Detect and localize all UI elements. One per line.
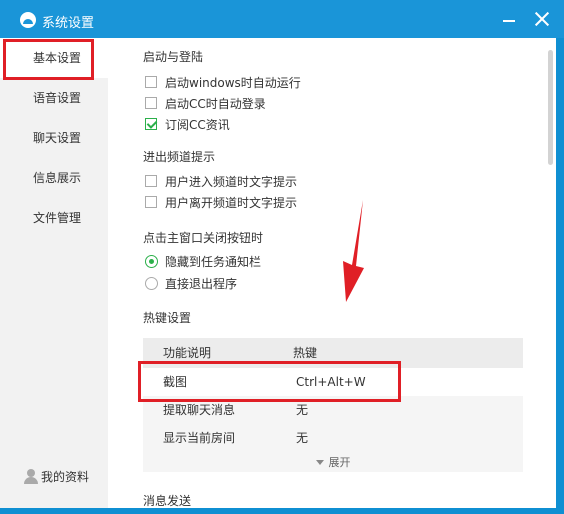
option-label: 用户进入频道时文字提示 (165, 175, 298, 189)
my-profile-label: 我的资料 (41, 470, 90, 484)
checkbox[interactable] (145, 196, 157, 208)
hotkey-value: 无 (296, 403, 309, 417)
title-bar: 系统设置 (0, 0, 564, 38)
section-title-startup: 启动与登陆 (143, 50, 204, 64)
sidebar-item-file-management[interactable]: 文件管理 (0, 198, 108, 238)
table-row[interactable]: 截图 Ctrl+Alt+W (143, 368, 523, 396)
column-header-hotkey: 热键 (293, 346, 318, 360)
window-title: 系统设置 (42, 16, 95, 31)
option-label: 直接退出程序 (165, 277, 238, 291)
radio-selected[interactable] (145, 255, 158, 268)
radio[interactable] (145, 277, 158, 290)
expand-button[interactable]: 展开 (143, 454, 523, 472)
settings-content: 启动与登陆 启动windows时自动运行 启动CC时自动登录 订阅CC资讯 进出… (108, 38, 556, 508)
close-button[interactable] (532, 10, 552, 30)
expand-label: 展开 (328, 456, 351, 469)
checkbox[interactable] (145, 97, 157, 109)
vertical-scrollbar[interactable] (548, 50, 553, 165)
option-label: 启动windows时自动运行 (165, 76, 301, 90)
option-label: 启动CC时自动登录 (165, 97, 266, 111)
hotkey-function: 截图 (163, 375, 188, 389)
option-label: 订阅CC资讯 (165, 118, 230, 132)
sidebar-item-basic-settings[interactable]: 基本设置 (0, 38, 108, 78)
minimize-button[interactable] (500, 10, 520, 30)
hotkey-value: Ctrl+Alt+W (296, 375, 366, 389)
hotkey-table-header: 功能说明 热键 (143, 338, 523, 368)
chevron-down-icon (315, 460, 324, 465)
hotkey-table: 功能说明 热键 截图 Ctrl+Alt+W 提取聊天消息 无 显示当前房间 无 … (143, 338, 523, 472)
checkbox[interactable] (145, 175, 157, 187)
window-bottom-edge (0, 508, 564, 514)
sidebar-item-chat-settings[interactable]: 聊天设置 (0, 118, 108, 158)
section-title-hotkeys: 热键设置 (143, 311, 192, 325)
sidebar: 基本设置 语音设置 聊天设置 信息展示 文件管理 我的资料 (0, 38, 108, 508)
table-row[interactable]: 提取聊天消息 无 (143, 396, 523, 424)
table-row[interactable]: 显示当前房间 无 (143, 424, 523, 452)
section-title-channel-tips: 进出频道提示 (143, 150, 216, 164)
checkbox-checked[interactable] (145, 118, 157, 130)
option-label: 隐藏到任务通知栏 (165, 255, 262, 269)
sidebar-item-info-display[interactable]: 信息展示 (0, 158, 108, 198)
section-title-message-send: 消息发送 (143, 494, 192, 508)
hotkey-function: 显示当前房间 (163, 431, 236, 445)
app-logo-icon (20, 12, 36, 28)
hotkey-function: 提取聊天消息 (163, 403, 236, 417)
section-title-close-action: 点击主窗口关闭按钮时 (143, 231, 264, 245)
option-label: 用户离开频道时文字提示 (165, 196, 298, 210)
sidebar-item-voice-settings[interactable]: 语音设置 (0, 78, 108, 118)
hotkey-value: 无 (296, 431, 309, 445)
column-header-function: 功能说明 (163, 346, 212, 360)
checkbox[interactable] (145, 76, 157, 88)
user-icon (24, 469, 38, 484)
